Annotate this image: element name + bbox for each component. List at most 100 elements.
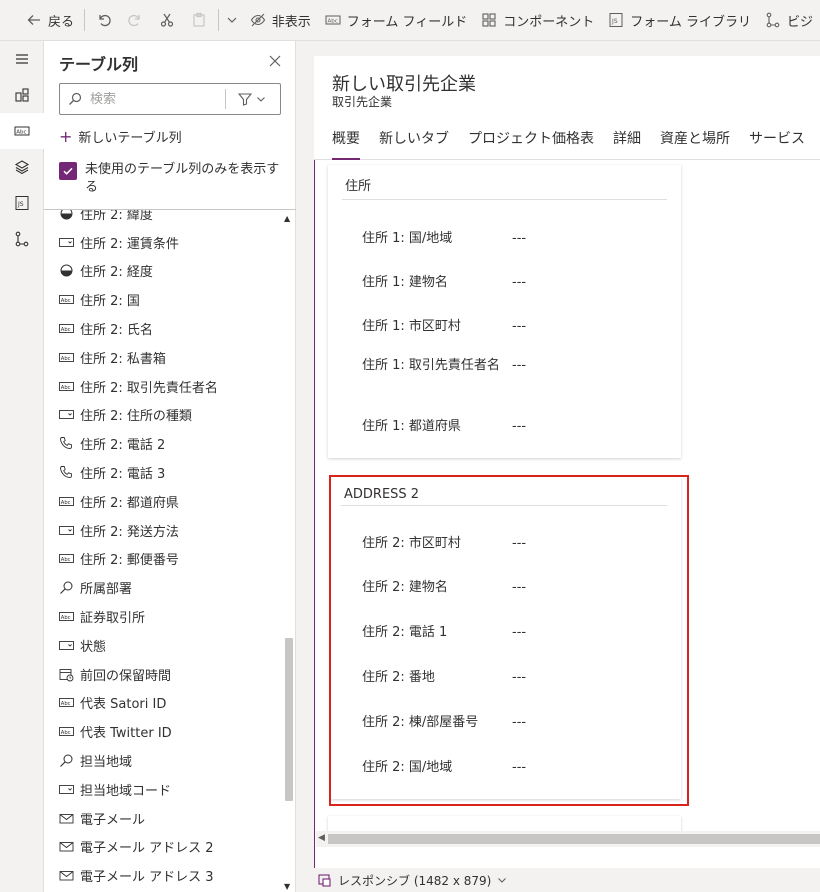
- list-item[interactable]: 住所 2: 運賃条件: [44, 228, 280, 257]
- list-item[interactable]: 担当地域: [44, 746, 280, 775]
- list-item-label: 電子メール アドレス 3: [80, 870, 214, 886]
- components-button[interactable]: コンポーネント: [474, 0, 601, 40]
- horizontal-scroll-thumb[interactable]: [328, 834, 820, 844]
- form-library-icon: JS: [608, 12, 624, 28]
- chevron-down-icon[interactable]: [497, 875, 507, 885]
- more-chevron-button[interactable]: [222, 0, 243, 40]
- text-field-icon: Abc: [325, 12, 341, 28]
- scroll-up-icon[interactable]: ▲: [284, 214, 290, 223]
- list-item[interactable]: 電子メール アドレス 2: [44, 833, 280, 862]
- back-label: 戻る: [48, 14, 75, 30]
- svg-text:Abc: Abc: [61, 384, 71, 390]
- show-unused-label: 未使用のテーブル列のみを表示する: [85, 162, 280, 195]
- list-item-label: 代表 Satori ID: [80, 697, 167, 713]
- text-field-icon: Abc: [59, 494, 74, 509]
- business-rules-button[interactable]: ビジ: [758, 0, 820, 40]
- scroll-thumb[interactable]: [285, 638, 293, 801]
- undo-button[interactable]: [88, 0, 120, 40]
- hide-label: 非表示: [271, 14, 311, 30]
- svg-text:Abc: Abc: [61, 615, 71, 621]
- list-item[interactable]: 住所 2: 電話 2: [44, 429, 280, 458]
- text-field-icon: Abc: [59, 724, 74, 739]
- list-item[interactable]: Abc 住所 2: 郵便番号: [44, 545, 280, 574]
- toolbar-divider: [84, 9, 85, 31]
- list-item[interactable]: 状態: [44, 631, 280, 660]
- tab-assets-locations[interactable]: 資産と場所: [660, 128, 730, 154]
- tab-project-price-list[interactable]: プロジェクト価格表: [468, 128, 594, 154]
- list-item[interactable]: Abc 住所 2: 都道府県: [44, 487, 280, 516]
- address-1-section[interactable]: 住所 住所 1: 国/地域 --- 住所 1: 建物名 --- 住所 1: 市区…: [328, 165, 681, 458]
- tab-summary[interactable]: 概要: [332, 128, 360, 160]
- list-item[interactable]: Abc 住所 2: 国: [44, 285, 280, 314]
- components-label: コンポーネント: [503, 14, 595, 30]
- paste-button[interactable]: [183, 0, 215, 40]
- search-input[interactable]: [90, 91, 225, 107]
- list-item[interactable]: Abc 証券取引所: [44, 602, 280, 631]
- rail-form-library-button[interactable]: JS: [0, 185, 44, 221]
- form-canvas: 新しい取引先企業 取引先企業 概要 新しいタブ プロジェクト価格表 詳細 資産と…: [296, 41, 820, 868]
- list-item[interactable]: Abc 住所 2: 氏名: [44, 314, 280, 343]
- list-item-label: 住所 2: 氏名: [80, 323, 153, 339]
- checkmark-icon: [59, 162, 77, 180]
- field-value: ---: [512, 358, 527, 373]
- tab-new[interactable]: 新しいタブ: [379, 128, 449, 154]
- list-item[interactable]: 住所 2: 経度: [44, 257, 280, 286]
- list-item-label: 住所 2: 私書箱: [80, 351, 166, 367]
- field-address1-state[interactable]: 住所 1: 都道府県 ---: [362, 417, 682, 436]
- hide-button[interactable]: 非表示: [243, 0, 318, 40]
- field-label: 住所 1: 取引先責任者名: [362, 358, 500, 373]
- plus-icon: +: [59, 127, 73, 146]
- rail-components-button[interactable]: [0, 77, 44, 113]
- field-address1-building[interactable]: 住所 1: 建物名 ---: [362, 273, 682, 292]
- show-unused-checkbox[interactable]: 未使用のテーブル列のみを表示する: [59, 161, 281, 197]
- new-table-column-button[interactable]: + 新しいテーブル列: [59, 127, 182, 146]
- field-address1-country[interactable]: 住所 1: 国/地域 ---: [362, 229, 682, 248]
- date-time-icon: [59, 667, 74, 682]
- menu-button[interactable]: [0, 41, 44, 77]
- cut-button[interactable]: [151, 0, 183, 40]
- list-item[interactable]: 住所 2: 緯度: [44, 210, 280, 228]
- list-item[interactable]: 電子メール アドレス 3: [44, 861, 280, 890]
- redo-button[interactable]: [120, 0, 152, 40]
- list-item[interactable]: 住所 2: 住所の種類: [44, 401, 280, 430]
- horizontal-scrollbar[interactable]: ◀: [316, 831, 820, 847]
- rail-layers-button[interactable]: [0, 149, 44, 185]
- rail-business-rules-button[interactable]: [0, 221, 44, 257]
- list-item[interactable]: Abc 住所 2: 取引先責任者名: [44, 372, 280, 401]
- back-button[interactable]: 戻る: [0, 0, 81, 40]
- list-item[interactable]: 前回の保留時間: [44, 660, 280, 689]
- list-item[interactable]: 所属部署: [44, 573, 280, 602]
- form-library-button[interactable]: JS フォーム ライブラリ: [601, 0, 758, 40]
- list-item[interactable]: Abc 代表 Satori ID: [44, 689, 280, 718]
- tab-details[interactable]: 詳細: [613, 128, 641, 154]
- list-item-label: 状態: [80, 639, 107, 655]
- svg-text:Abc: Abc: [61, 356, 71, 362]
- scroll-down-icon[interactable]: ▼: [284, 882, 290, 891]
- list-item[interactable]: Abc 住所 2: 私書箱: [44, 343, 280, 372]
- responsive-label[interactable]: レスポンシブ (1482 x 879): [338, 872, 491, 889]
- list-item[interactable]: 電子メール: [44, 804, 280, 833]
- list-item[interactable]: 住所 2: 発送方法: [44, 516, 280, 545]
- email-icon: [59, 839, 74, 854]
- rail-table-columns-button[interactable]: Abc: [0, 113, 44, 149]
- field-address1-contact[interactable]: 住所 1: 取引先責任者名 ---: [362, 356, 682, 375]
- scroll-left-icon[interactable]: ◀: [318, 833, 325, 843]
- list-item[interactable]: Abc 代表 Twitter ID: [44, 717, 280, 746]
- list-item[interactable]: 担当地域コード: [44, 775, 280, 804]
- list-scrollbar[interactable]: ▲ ▼: [282, 210, 296, 892]
- field-value: ---: [512, 319, 527, 334]
- close-panel-button[interactable]: [267, 53, 283, 69]
- components-icon: [481, 12, 497, 28]
- filter-button[interactable]: [226, 92, 278, 106]
- tab-service[interactable]: サービス: [749, 128, 805, 154]
- list-item[interactable]: 住所 2: 電話 3: [44, 458, 280, 487]
- list-item-label: 住所 2: 郵便番号: [80, 553, 179, 569]
- email-icon: [59, 868, 74, 883]
- business-rules-label: ビジ: [786, 14, 813, 30]
- svg-text:Abc: Abc: [16, 129, 26, 135]
- form-fields-button[interactable]: Abc フォーム フィールド: [318, 0, 474, 40]
- field-address1-city[interactable]: 住所 1: 市区町村 ---: [362, 317, 682, 336]
- option-set-icon: [59, 407, 74, 422]
- email-icon: [59, 811, 74, 826]
- svg-text:Abc: Abc: [61, 500, 71, 506]
